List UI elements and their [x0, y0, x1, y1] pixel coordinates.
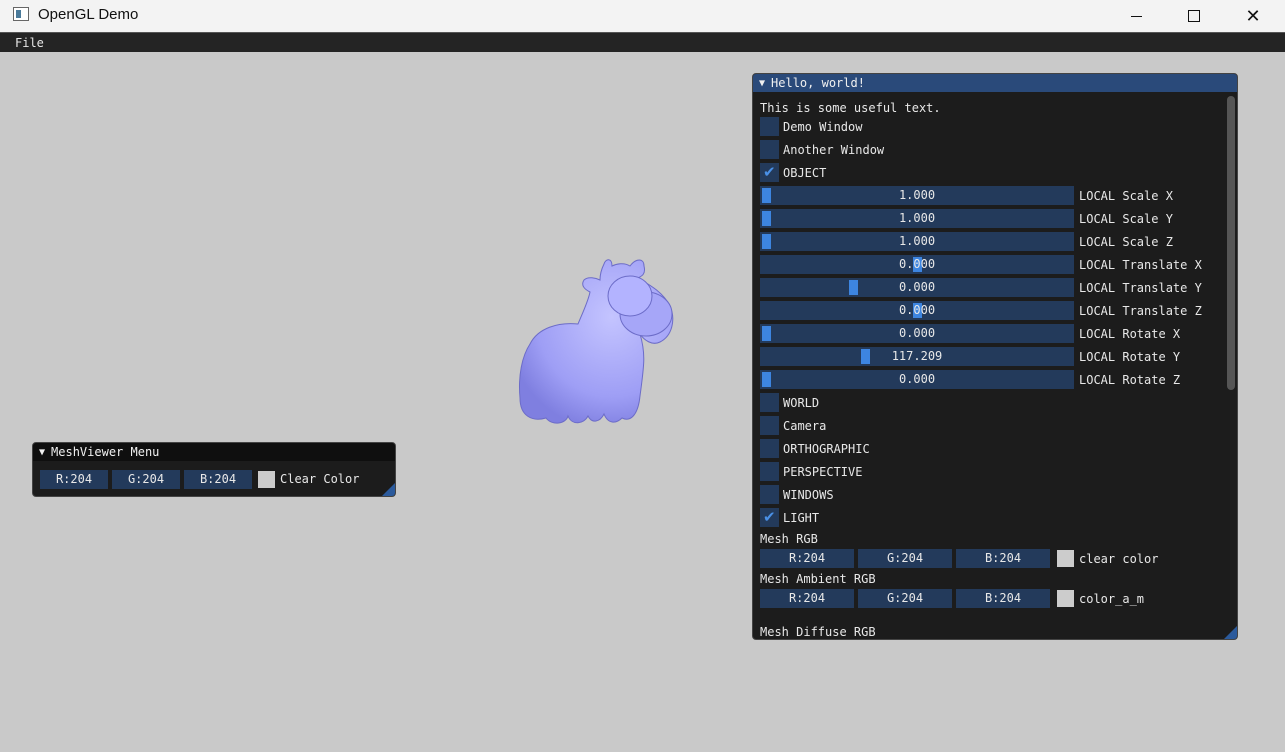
menu-file[interactable]: File [15, 36, 44, 50]
ambient-b-field[interactable]: B:204 [956, 589, 1050, 608]
hello-world-resize-grip[interactable] [1224, 626, 1237, 639]
slider-8[interactable]: 0.000 [760, 370, 1074, 389]
slider-label-5: LOCAL Translate Z [1079, 304, 1202, 318]
ambient-color-label: color_a_m [1079, 592, 1145, 606]
bottom-checkbox-1[interactable] [760, 416, 779, 435]
collapse-arrow-icon[interactable]: ▼ [39, 447, 45, 458]
mesh-color-label: clear color [1079, 552, 1159, 566]
cow-model [519, 259, 674, 424]
bottom-checkbox-label-5: LIGHT [783, 511, 820, 525]
maximize-icon [1188, 10, 1200, 22]
bottom-checkbox-label-1: Camera [783, 419, 827, 433]
minimize-button[interactable] [1113, 0, 1159, 32]
slider-0[interactable]: 1.000 [760, 186, 1074, 205]
bottom-checkbox-3[interactable] [760, 462, 779, 481]
checkmark-icon: ✔ [763, 508, 776, 526]
bottom-checkbox-5[interactable]: ✔ [760, 508, 779, 527]
slider-label-1: LOCAL Scale Y [1079, 212, 1173, 226]
slider-value-6: 0.000 [898, 326, 936, 340]
top-checkbox-label-0: Demo Window [783, 120, 863, 134]
hello-world-header[interactable]: ▼ Hello, world! [753, 74, 1237, 92]
slider-value-1: 1.000 [898, 211, 936, 225]
mesh-r-field[interactable]: R:204 [760, 549, 854, 568]
clear-color-b-field[interactable]: B:204 [184, 470, 252, 489]
mesh-diffuse-title: Mesh Diffuse RGB [760, 625, 876, 639]
close-icon: ✕ [1245, 6, 1261, 26]
meshviewer-header[interactable]: ▼ MeshViewer Menu [33, 443, 395, 461]
slider-3[interactable]: 0.000 [760, 255, 1074, 274]
top-checkbox-0[interactable] [760, 117, 779, 136]
mesh-rgb-title: Mesh RGB [760, 532, 818, 546]
slider-label-7: LOCAL Rotate Y [1079, 350, 1181, 364]
main-menubar: File [0, 32, 1285, 52]
hello-world-window[interactable]: ▼ Hello, world! This is some useful text… [752, 73, 1238, 640]
slider-label-2: LOCAL Scale Z [1079, 235, 1173, 249]
intro-text: This is some useful text. [760, 101, 941, 115]
slider-2[interactable]: 1.000 [760, 232, 1074, 251]
clear-color-swatch[interactable] [258, 471, 275, 488]
gl-viewport[interactable]: ▼ MeshViewer Menu R:204 G:204 B:204 Clea… [4, 52, 1281, 752]
slider-1[interactable]: 1.000 [760, 209, 1074, 228]
window-titlebar: OpenGL Demo ✕ [0, 0, 1285, 32]
bottom-checkbox-2[interactable] [760, 439, 779, 458]
slider-7[interactable]: 117.209 [760, 347, 1074, 366]
minimize-icon [1130, 15, 1142, 17]
collapse-arrow-icon[interactable]: ▼ [759, 78, 765, 89]
bottom-checkbox-label-3: PERSPECTIVE [783, 465, 863, 479]
slider-value-0: 1.000 [898, 188, 936, 202]
slider-label-8: LOCAL Rotate Z [1079, 373, 1181, 387]
bottom-checkbox-4[interactable] [760, 485, 779, 504]
slider-value-2: 1.000 [898, 234, 936, 248]
bottom-checkbox-label-0: WORLD [783, 396, 820, 410]
top-checkbox-2[interactable]: ✔ [760, 163, 779, 182]
slider-label-3: LOCAL Translate X [1079, 258, 1202, 272]
checkmark-icon: ✔ [763, 163, 776, 181]
ambient-g-field[interactable]: G:204 [858, 589, 952, 608]
top-checkbox-1[interactable] [760, 140, 779, 159]
slider-4[interactable]: 0.000 [760, 278, 1074, 297]
close-button[interactable]: ✕ [1230, 0, 1276, 32]
ambient-color-swatch[interactable] [1057, 590, 1074, 607]
clear-color-label: Clear Color [280, 472, 360, 486]
hello-world-title: Hello, world! [771, 76, 865, 90]
meshviewer-resize-grip[interactable] [382, 483, 395, 496]
meshviewer-window[interactable]: ▼ MeshViewer Menu R:204 G:204 B:204 Clea… [32, 442, 396, 497]
bottom-checkbox-label-4: WINDOWS [783, 488, 834, 502]
top-checkbox-label-1: Another Window [783, 143, 885, 157]
slider-value-8: 0.000 [898, 372, 936, 386]
hello-world-scrollbar[interactable] [1227, 96, 1235, 390]
slider-value-5: 0.000 [898, 303, 936, 317]
bottom-checkbox-0[interactable] [760, 393, 779, 412]
slider-value-3: 0.000 [898, 257, 936, 271]
slider-5[interactable]: 0.000 [760, 301, 1074, 320]
bottom-checkbox-label-2: ORTHOGRAPHIC [783, 442, 870, 456]
meshviewer-title: MeshViewer Menu [51, 445, 160, 459]
mesh-color-swatch[interactable] [1057, 550, 1074, 567]
slider-value-7: 117.209 [891, 349, 943, 363]
slider-label-0: LOCAL Scale X [1079, 189, 1173, 203]
app-icon [13, 7, 29, 21]
slider-label-6: LOCAL Rotate X [1079, 327, 1181, 341]
ambient-r-field[interactable]: R:204 [760, 589, 854, 608]
slider-value-4: 0.000 [898, 280, 936, 294]
clear-color-g-field[interactable]: G:204 [112, 470, 180, 489]
mesh-g-field[interactable]: G:204 [858, 549, 952, 568]
window-title: OpenGL Demo [38, 6, 139, 23]
top-checkbox-label-2: OBJECT [783, 166, 827, 180]
slider-label-4: LOCAL Translate Y [1079, 281, 1202, 295]
mesh-b-field[interactable]: B:204 [956, 549, 1050, 568]
slider-6[interactable]: 0.000 [760, 324, 1074, 343]
mesh-ambient-title: Mesh Ambient RGB [760, 572, 876, 586]
maximize-button[interactable] [1171, 0, 1217, 32]
clear-color-r-field[interactable]: R:204 [40, 470, 108, 489]
